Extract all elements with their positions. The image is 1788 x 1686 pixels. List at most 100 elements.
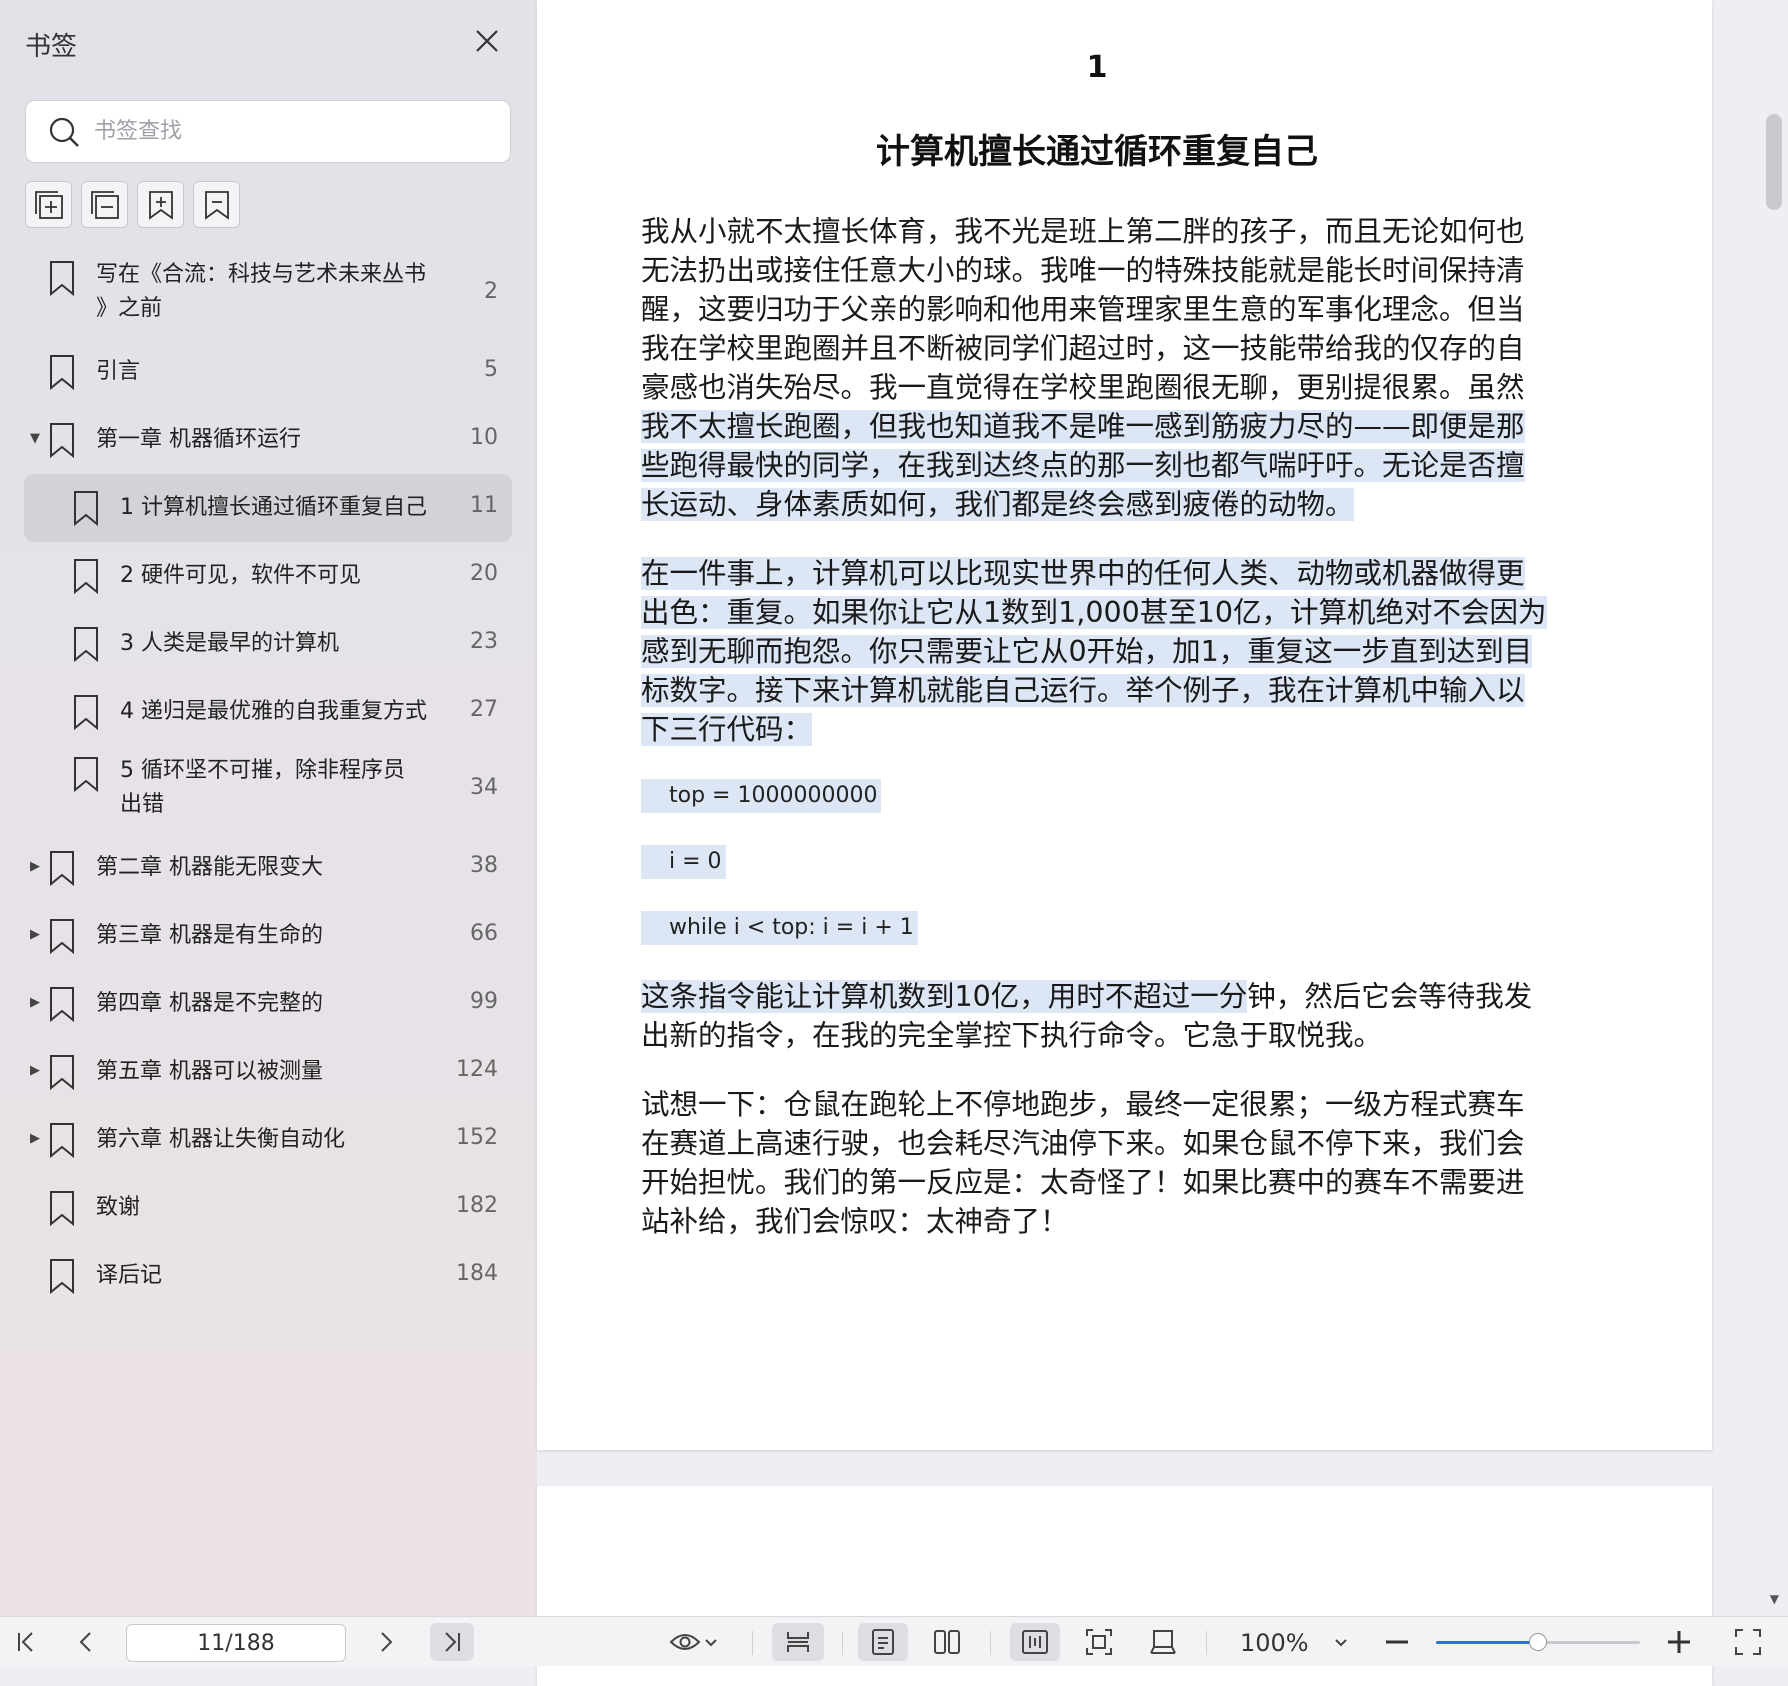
paragraph[interactable]: 这条指令能让计算机数到10亿，用时不超过一分钟，然后它会等待我发出新的指令，在我… <box>641 977 1551 1055</box>
close-sidebar-button[interactable] <box>472 26 502 56</box>
bookmark-item[interactable]: 引言 5 <box>24 338 512 406</box>
next-page-button[interactable] <box>366 1623 406 1661</box>
bookmark-item[interactable]: 译后记 184 <box>24 1242 512 1310</box>
bookmark-icon <box>72 694 100 730</box>
eye-icon <box>669 1634 701 1650</box>
remove-bookmark-icon <box>204 190 229 220</box>
zoom-slider[interactable] <box>1436 1633 1640 1651</box>
toolbar-divider <box>752 1631 753 1655</box>
zoom-out-button[interactable] <box>1378 1623 1416 1661</box>
zoom-slider-fill <box>1436 1641 1538 1644</box>
highlighted-text[interactable]: 我不太擅长跑圈，但我也知道我不是唯一感到筋疲力尽的——即便是那些跑得最快的同学，… <box>641 410 1525 521</box>
last-page-button[interactable] <box>430 1623 474 1661</box>
fit-page-button[interactable] <box>1074 1623 1124 1661</box>
chevron-down-icon <box>1335 1639 1347 1647</box>
collapse-all-button[interactable] <box>81 181 128 228</box>
page-number-input[interactable] <box>126 1624 346 1662</box>
bookmark-page-number: 182 <box>456 1193 498 1218</box>
single-page-button[interactable] <box>858 1623 908 1661</box>
bookmark-icon <box>72 490 100 526</box>
highlighted-text[interactable]: 在一件事上，计算机可以比现实世界中的任何人类、动物或机器做得更出色：重复。如果你… <box>641 557 1547 746</box>
bookmark-icon <box>48 354 76 390</box>
bookmark-label: 第二章 机器能无限变大 <box>96 855 323 880</box>
remove-bookmark-button[interactable] <box>193 181 240 228</box>
bookmark-item[interactable]: 5 循环坚不可摧，除非程序员 出错 34 <box>24 746 512 834</box>
bookmark-label: 4 递归是最优雅的自我重复方式 <box>120 699 427 724</box>
minus-icon <box>1386 1640 1408 1644</box>
code-line[interactable]: while i < top: i = i + 1 <box>641 911 918 945</box>
chevron-right-icon <box>381 1632 393 1652</box>
bookmark-icon <box>48 986 76 1022</box>
sidebar-title: 书签 <box>25 32 78 62</box>
collapsed-arrow-icon[interactable]: ▶ <box>30 995 40 1010</box>
bookmark-icon <box>48 1122 76 1158</box>
bookmark-page-number: 11 <box>470 493 498 518</box>
bookmark-label: 第一章 机器循环运行 <box>96 427 301 452</box>
fit-page-icon <box>1086 1629 1112 1655</box>
close-icon <box>476 30 498 52</box>
bookmark-item[interactable]: ▶ 第三章 机器是有生命的 66 <box>24 902 512 970</box>
collapsed-arrow-icon[interactable]: ▶ <box>30 927 40 942</box>
paragraph[interactable]: 我从小就不太擅长体育，我不光是班上第二胖的孩子，而且无论如何也无法扔出或接住任意… <box>641 212 1551 524</box>
zoom-dropdown-button[interactable] <box>1326 1623 1356 1661</box>
bookmark-item[interactable]: ▶ 第六章 机器让失衡自动化 152 <box>24 1106 512 1174</box>
bookmark-page-number: 152 <box>456 1125 498 1150</box>
bookmark-label: 1 计算机擅长通过循环重复自己 <box>120 495 427 520</box>
view-mode-dropdown[interactable] <box>660 1623 728 1661</box>
scrollbar-thumb[interactable] <box>1766 114 1782 210</box>
bookmark-item[interactable]: ▶ 第二章 机器能无限变大 38 <box>24 834 512 902</box>
paragraph[interactable]: 在一件事上，计算机可以比现实世界中的任何人类、动物或机器做得更出色：重复。如果你… <box>641 554 1551 749</box>
bookmark-icon <box>48 1190 76 1226</box>
zoom-level-select[interactable]: 100% <box>1240 1629 1309 1657</box>
bookmark-item[interactable]: ▼ 第一章 机器循环运行 10 <box>24 406 512 474</box>
expand-all-button[interactable] <box>25 181 72 228</box>
first-page-button[interactable] <box>6 1623 46 1661</box>
bookmark-icon <box>48 1258 76 1294</box>
paragraph-text: 我从小就不太擅长体育，我不光是班上第二胖的孩子，而且无论如何也无法扔出或接住任意… <box>641 215 1525 404</box>
zoom-in-button[interactable] <box>1660 1623 1698 1661</box>
add-bookmark-button[interactable] <box>137 181 184 228</box>
collapsed-arrow-icon[interactable]: ▶ <box>30 1063 40 1078</box>
bookmark-page-number: 38 <box>470 853 498 878</box>
bookmark-label: 致谢 <box>96 1195 141 1220</box>
continuous-scroll-button[interactable] <box>772 1623 824 1661</box>
first-page-icon <box>18 1632 33 1652</box>
bookmark-label: 译后记 <box>96 1263 163 1288</box>
bookmark-page-number: 184 <box>456 1261 498 1286</box>
scroll-down-arrow[interactable]: ▼ <box>1770 1592 1779 1606</box>
fullscreen-button[interactable] <box>1728 1623 1768 1661</box>
chapter-number: 1 <box>1086 50 1108 85</box>
collapsed-arrow-icon[interactable]: ▶ <box>30 859 40 874</box>
bookmark-search-input[interactable] <box>94 119 474 144</box>
vertical-scrollbar[interactable]: ▼ <box>1758 0 1788 1616</box>
two-page-button[interactable] <box>922 1623 972 1661</box>
zoom-slider-thumb[interactable] <box>1529 1633 1547 1651</box>
rotate-page-button[interactable] <box>1138 1623 1188 1661</box>
expanded-arrow-icon[interactable]: ▼ <box>30 431 40 446</box>
collapsed-arrow-icon[interactable]: ▶ <box>30 1131 40 1146</box>
bookmark-item[interactable]: 3 人类是最早的计算机 23 <box>24 610 512 678</box>
code-line[interactable]: i = 0 <box>641 845 726 879</box>
bookmark-item[interactable]: 1 计算机擅长通过循环重复自己 11 <box>24 474 512 542</box>
bookmark-sidebar: 书签 书签查找 写在《合流：科技与艺术未来丛书 》之前 2 引言 5 ▼ 第一章… <box>0 0 537 1616</box>
previous-page-button[interactable] <box>66 1623 106 1661</box>
bookmark-label: 5 循环坚不可摧，除非程序员 出错 <box>120 758 405 817</box>
bookmark-item[interactable]: ▶ 第四章 机器是不完整的 99 <box>24 970 512 1038</box>
highlighted-text[interactable]: 这条指令能让计算机数到10亿，用时不超过一分 <box>641 980 1248 1013</box>
bookmark-item[interactable]: 4 递归是最优雅的自我重复方式 27 <box>24 678 512 746</box>
bookmark-page-number: 10 <box>470 425 498 450</box>
bookmark-item[interactable]: 2 硬件可见，软件不可见 20 <box>24 542 512 610</box>
bookmark-icon <box>72 626 100 662</box>
bookmark-item[interactable]: 写在《合流：科技与艺术未来丛书 》之前 2 <box>24 250 512 338</box>
fullscreen-icon <box>1735 1629 1761 1655</box>
collapse-all-icon <box>90 190 119 219</box>
bookmark-item[interactable]: ▶ 第五章 机器可以被测量 124 <box>24 1038 512 1106</box>
bookmark-page-number: 34 <box>470 775 498 800</box>
paragraph[interactable]: 试想一下：仓鼠在跑轮上不停地跑步，最终一定很累；一级方程式赛车在赛道上高速行驶，… <box>641 1085 1551 1241</box>
code-line[interactable]: top = 1000000000 <box>641 779 882 813</box>
bookmark-item[interactable]: 致谢 182 <box>24 1174 512 1242</box>
document-page: 1 计算机擅长通过循环重复自己 我从小就不太擅长体育，我不光是班上第二胖的孩子，… <box>537 0 1712 1450</box>
bookmark-label: 写在《合流：科技与艺术未来丛书 》之前 <box>96 262 427 321</box>
toolbar-divider <box>990 1631 991 1655</box>
fit-width-button[interactable] <box>1010 1623 1060 1661</box>
